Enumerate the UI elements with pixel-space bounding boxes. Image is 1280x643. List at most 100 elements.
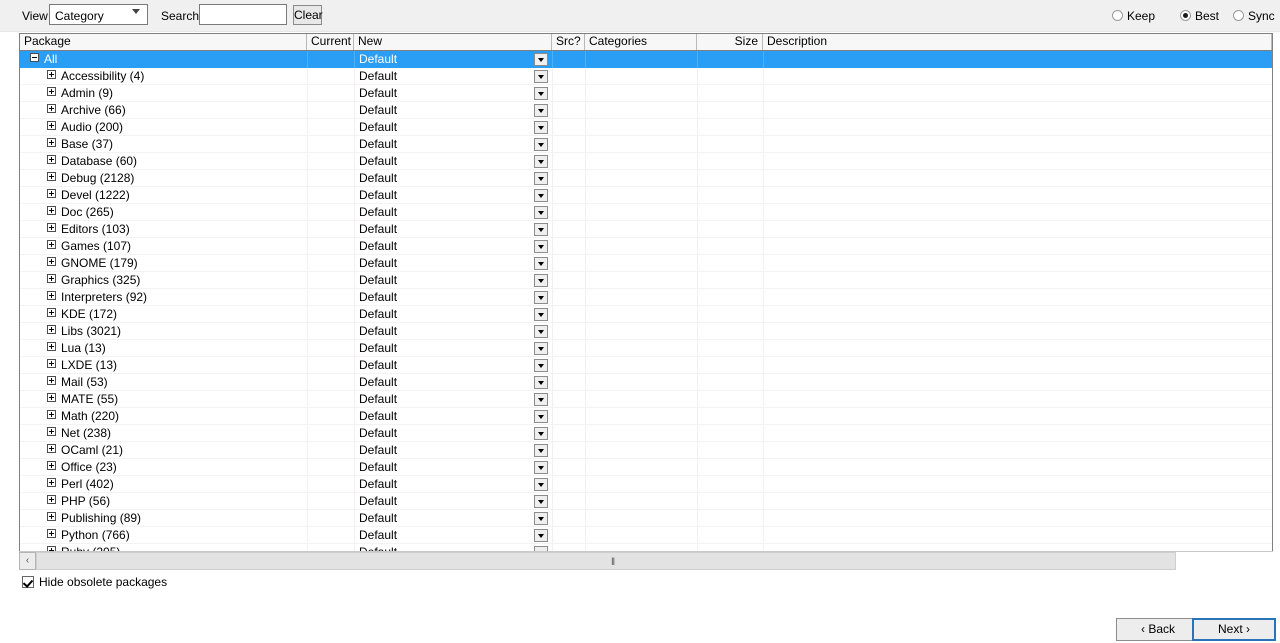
expand-icon[interactable] (47, 444, 56, 453)
new-version-dropdown-button[interactable] (534, 53, 548, 66)
new-version-dropdown-button[interactable] (534, 529, 548, 542)
new-version-dropdown-button[interactable] (534, 189, 548, 202)
back-button[interactable]: ‹ Back (1116, 618, 1200, 641)
expand-icon[interactable] (47, 155, 56, 164)
table-row[interactable]: Doc (265) Default (20, 204, 1272, 221)
expand-icon[interactable] (47, 257, 56, 266)
new-version-dropdown-button[interactable] (534, 427, 548, 440)
table-row[interactable]: Interpreters (92) Default (20, 289, 1272, 306)
new-version-dropdown-button[interactable] (534, 240, 548, 253)
expand-icon[interactable] (47, 121, 56, 130)
new-version-dropdown-button[interactable] (534, 444, 548, 457)
new-version-dropdown-button[interactable] (534, 393, 548, 406)
expand-icon[interactable] (47, 274, 56, 283)
table-row[interactable]: Math (220) Default (20, 408, 1272, 425)
expand-icon[interactable] (47, 410, 56, 419)
new-version-dropdown-button[interactable] (534, 478, 548, 491)
new-version-dropdown-button[interactable] (534, 308, 548, 321)
table-row[interactable]: Libs (3021) Default (20, 323, 1272, 340)
new-version-dropdown-button[interactable] (534, 138, 548, 151)
table-row[interactable]: Graphics (325) Default (20, 272, 1272, 289)
table-row[interactable]: Mail (53) Default (20, 374, 1272, 391)
table-row[interactable]: Debug (2128) Default (20, 170, 1272, 187)
radio-sync[interactable]: Sync (1233, 9, 1275, 23)
expand-icon[interactable] (47, 240, 56, 249)
new-version-dropdown-button[interactable] (534, 376, 548, 389)
column-header-size[interactable]: Size (697, 34, 763, 50)
column-header-categories[interactable]: Categories (585, 34, 697, 50)
view-select[interactable]: Category (49, 4, 148, 25)
new-version-dropdown-button[interactable] (534, 70, 548, 83)
new-version-dropdown-button[interactable] (534, 274, 548, 287)
new-version-dropdown-button[interactable] (534, 512, 548, 525)
expand-icon[interactable] (47, 189, 56, 198)
table-row[interactable]: Archive (66) Default (20, 102, 1272, 119)
table-row[interactable]: Editors (103) Default (20, 221, 1272, 238)
new-version-dropdown-button[interactable] (534, 291, 548, 304)
table-row[interactable]: GNOME (179) Default (20, 255, 1272, 272)
new-version-dropdown-button[interactable] (534, 121, 548, 134)
new-version-dropdown-button[interactable] (534, 206, 548, 219)
expand-icon[interactable] (47, 172, 56, 181)
clear-search-button[interactable]: Clear (293, 5, 323, 25)
hide-obsolete-checkbox[interactable]: Hide obsolete packages (22, 575, 167, 589)
scroll-left-button[interactable]: ‹ (19, 552, 36, 570)
expand-icon[interactable] (47, 393, 56, 402)
table-row[interactable]: Audio (200) Default (20, 119, 1272, 136)
table-row[interactable]: Games (107) Default (20, 238, 1272, 255)
table-row[interactable]: MATE (55) Default (20, 391, 1272, 408)
column-header-new[interactable]: New (354, 34, 552, 50)
expand-icon[interactable] (47, 291, 56, 300)
scrollbar-thumb[interactable]: ‖ (36, 552, 1176, 570)
expand-icon[interactable] (47, 495, 56, 504)
expand-icon[interactable] (47, 87, 56, 96)
expand-icon[interactable] (47, 427, 56, 436)
expand-icon[interactable] (47, 138, 56, 147)
table-row[interactable]: Office (23) Default (20, 459, 1272, 476)
expand-icon[interactable] (47, 325, 56, 334)
expand-icon[interactable] (47, 308, 56, 317)
new-version-dropdown-button[interactable] (534, 87, 548, 100)
radio-keep[interactable]: Keep (1112, 9, 1155, 23)
new-version-dropdown-button[interactable] (534, 495, 548, 508)
column-header-description[interactable]: Description (763, 34, 1272, 50)
expand-icon[interactable] (47, 206, 56, 215)
table-row[interactable]: Accessibility (4) Default (20, 68, 1272, 85)
expand-icon[interactable] (47, 461, 56, 470)
new-version-dropdown-button[interactable] (534, 410, 548, 423)
expand-icon[interactable] (47, 359, 56, 368)
table-row[interactable]: PHP (56) Default (20, 493, 1272, 510)
new-version-dropdown-button[interactable] (534, 104, 548, 117)
column-header-current[interactable]: Current (307, 34, 354, 50)
expand-icon[interactable] (47, 104, 56, 113)
expand-icon[interactable] (47, 70, 56, 79)
table-row[interactable]: KDE (172) Default (20, 306, 1272, 323)
table-row[interactable]: All Default (20, 51, 1272, 68)
table-row[interactable]: Net (238) Default (20, 425, 1272, 442)
new-version-dropdown-button[interactable] (534, 325, 548, 338)
expand-icon[interactable] (47, 478, 56, 487)
table-row[interactable]: Perl (402) Default (20, 476, 1272, 493)
radio-best[interactable]: Best (1180, 9, 1219, 23)
table-row[interactable]: Admin (9) Default (20, 85, 1272, 102)
table-row[interactable]: OCaml (21) Default (20, 442, 1272, 459)
collapse-icon[interactable] (30, 53, 39, 62)
expand-icon[interactable] (47, 223, 56, 232)
expand-icon[interactable] (47, 512, 56, 521)
column-header-package[interactable]: Package (20, 34, 307, 50)
table-row[interactable]: LXDE (13) Default (20, 357, 1272, 374)
new-version-dropdown-button[interactable] (534, 172, 548, 185)
new-version-dropdown-button[interactable] (534, 155, 548, 168)
new-version-dropdown-button[interactable] (534, 461, 548, 474)
table-row[interactable]: Python (766) Default (20, 527, 1272, 544)
expand-icon[interactable] (47, 342, 56, 351)
package-list-body[interactable]: All Default Accessibility (4) Default Admin … (20, 51, 1272, 551)
new-version-dropdown-button[interactable] (534, 342, 548, 355)
table-row[interactable]: Devel (1222) Default (20, 187, 1272, 204)
table-row[interactable]: Publishing (89) Default (20, 510, 1272, 527)
column-header-src[interactable]: Src? (552, 34, 585, 50)
new-version-dropdown-button[interactable] (534, 257, 548, 270)
table-row[interactable]: Database (60) Default (20, 153, 1272, 170)
table-row[interactable]: Base (37) Default (20, 136, 1272, 153)
new-version-dropdown-button[interactable] (534, 223, 548, 236)
